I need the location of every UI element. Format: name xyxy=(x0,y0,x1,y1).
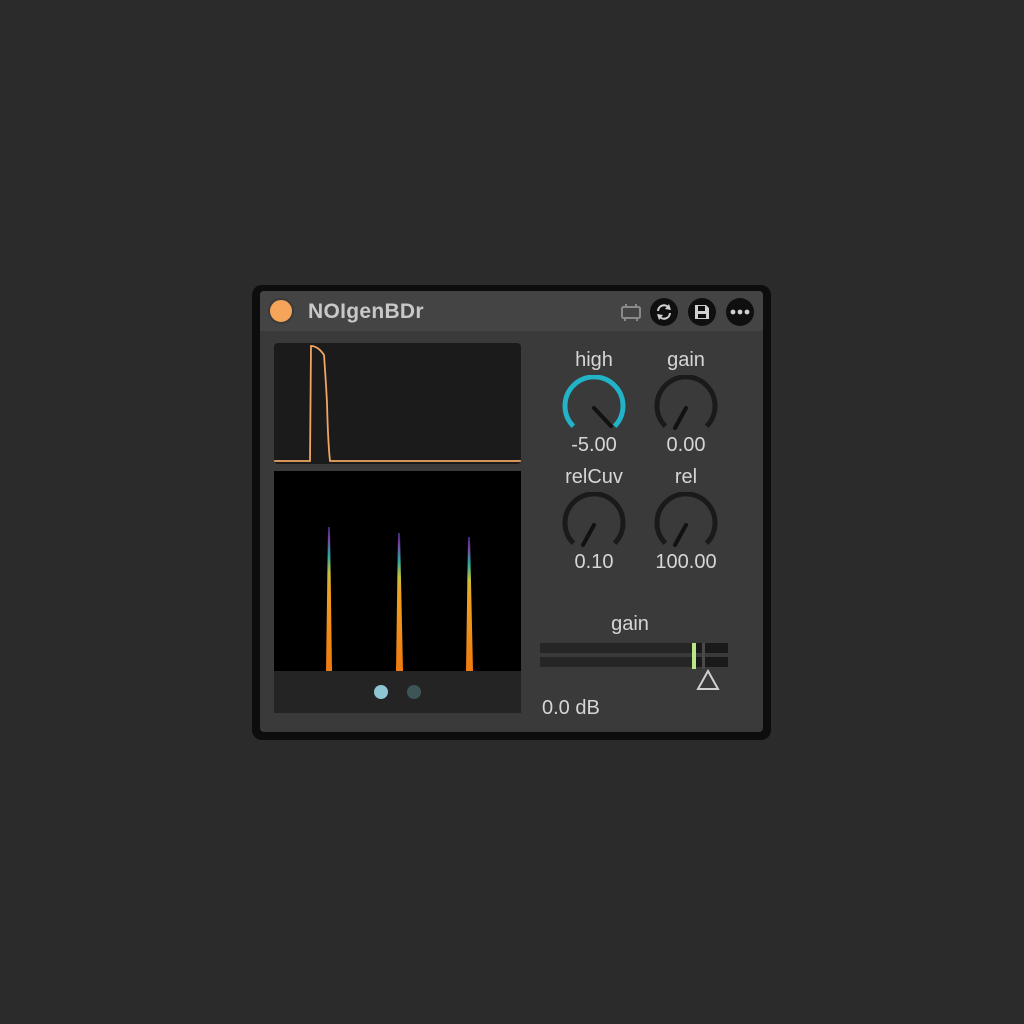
knob-label-rel: rel xyxy=(674,466,698,488)
gain-slider-value: 0.0 dB xyxy=(542,697,600,719)
gain-slider-thumb[interactable] xyxy=(696,669,720,691)
meter-zero-mark xyxy=(702,643,705,669)
envelope-display[interactable] xyxy=(274,343,521,464)
knob-label-gain: gain xyxy=(667,349,705,371)
more-icon[interactable] xyxy=(726,298,754,326)
gain-slider-meter[interactable] xyxy=(540,643,728,669)
knob-label-high: high xyxy=(575,349,613,371)
hot-swap-icon[interactable] xyxy=(617,298,645,326)
knob-gain[interactable] xyxy=(653,375,719,441)
refresh-icon[interactable] xyxy=(650,298,678,326)
knob-value-relcuv: 0.10 xyxy=(574,551,614,573)
spectrogram-pager xyxy=(274,671,521,713)
spectrogram-streak xyxy=(326,527,332,671)
knob-rel[interactable] xyxy=(653,492,719,558)
page-dot-1[interactable] xyxy=(374,685,388,699)
device-panel: NOIgenBDr high -5.00 gain 0.00 relCuv 0.… xyxy=(260,291,763,732)
knob-value-rel: 100.00 xyxy=(655,551,717,573)
save-icon[interactable] xyxy=(688,298,716,326)
meter-peak-indicator xyxy=(692,643,696,669)
device-power-button[interactable] xyxy=(268,298,294,324)
knob-high[interactable] xyxy=(561,375,627,441)
knob-value-high: -5.00 xyxy=(571,434,617,456)
page-dot-2[interactable] xyxy=(407,685,421,699)
knob-label-relcuv: relCuv xyxy=(565,466,623,488)
spectrogram-display[interactable] xyxy=(274,471,521,713)
spectrogram-streak xyxy=(396,533,403,671)
knob-value-gain: 0.00 xyxy=(666,434,706,456)
spectrogram-streak xyxy=(466,537,473,671)
gain-slider-label: gain xyxy=(611,613,649,635)
device-title: NOIgenBDr xyxy=(308,300,424,323)
spectrogram-image xyxy=(326,527,473,671)
device-titlebar: NOIgenBDr xyxy=(260,291,763,331)
meter-bar-left xyxy=(540,643,728,653)
envelope-curve xyxy=(274,345,521,462)
meter-bar-right xyxy=(540,657,728,667)
knob-relcuv[interactable] xyxy=(561,492,627,558)
device-frame: NOIgenBDr high -5.00 gain 0.00 relCuv 0.… xyxy=(252,285,771,740)
